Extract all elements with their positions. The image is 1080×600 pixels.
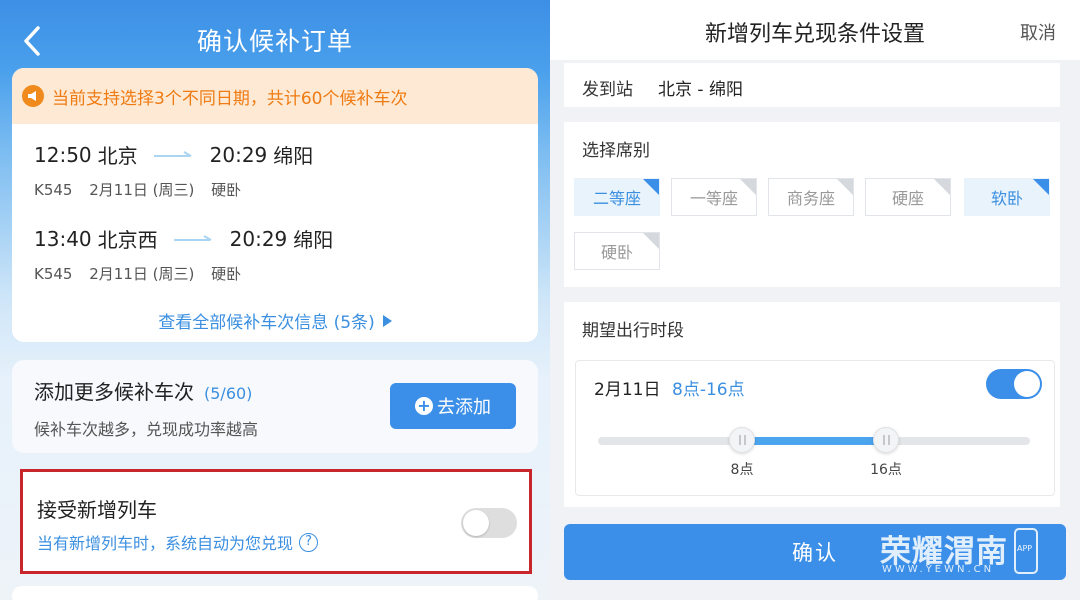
view-all-link[interactable]: 查看全部候补车次信息 (5条) [12,308,538,333]
notice-banner: 当前支持选择3个不同日期，共计60个候补车次 [12,68,538,124]
notice-text: 当前支持选择3个不同日期，共计60个候补车次 [52,88,408,109]
seat-option-hard-seat[interactable]: 硬座 [865,178,951,216]
seat-type: 硬卧 [211,181,242,199]
accept-new-train-card: 接受新增列车 当有新增列车时，系统自动为您兑现 ? [20,469,532,574]
seat-option-label: 一等座 [689,189,738,208]
arrival-station: 绵阳 [273,144,314,168]
help-icon[interactable]: ? [299,532,319,552]
seat-option-label: 硬卧 [600,243,633,262]
seat-type: 硬卧 [211,265,242,283]
accept-new-train-desc: 当有新增列车时，系统自动为您兑现 [37,534,294,553]
time-range-value: 8点-16点 [672,380,745,400]
slider-start-handle[interactable] [729,427,755,453]
station-row: 发到站 北京 - 绵阳 [564,63,1060,107]
train-number: K545 [34,181,73,199]
slider-end-label: 16点 [870,462,902,478]
cancel-button[interactable]: 取消 [1020,19,1056,45]
add-train-button[interactable]: + 去添加 [390,383,516,429]
selected-corner-icon [1033,179,1049,195]
seat-option-second-class[interactable]: 二等座 [574,178,660,216]
add-more-card: 添加更多候补车次 (5/60) 候补车次越多，兑现成功率越高 + 去添加 [12,360,538,453]
departure-station: 北京 [97,144,138,168]
phone-app-icon: APP [1014,528,1038,574]
watermark-logo: 荣耀渭南 WWW.YEWN.CN APP [880,522,1050,582]
station-value: 北京 - 绵阳 [658,80,743,100]
arrival-station: 绵阳 [293,228,334,252]
corner-icon [740,179,756,195]
add-more-title: 添加更多候补车次 [34,380,194,404]
add-more-subtitle: 候补车次越多，兑现成功率越高 [34,420,259,439]
train-number: K545 [34,265,73,283]
slider-start-label: 8点 [730,462,754,478]
train-item: 12:50 北京 20:29 绵阳 K545 2月11日 (周三) 硬卧 [34,140,313,200]
seat-option-first-class[interactable]: 一等座 [671,178,757,216]
view-all-label: 查看全部候补车次信息 (5条) [158,313,375,333]
corner-icon [643,233,659,249]
time-range-toggle[interactable] [986,369,1042,399]
arrival-time: 20:29 [229,226,288,251]
travel-time-section: 期望出行时段 2月11日 8点-16点 8点 16点 [564,302,1060,507]
next-card-peek [12,586,538,600]
page-title: 确认候补订单 [196,27,353,56]
time-range-box: 2月11日 8点-16点 8点 16点 [575,360,1055,496]
trip-card: 当前支持选择3个不同日期，共计60个候补车次 12:50 北京 20:29 绵阳… [12,68,538,342]
station-label: 发到站 [582,80,633,100]
sheet-title: 新增列车兑现条件设置 [704,22,925,47]
train-date: 2月11日 (周三) [89,265,195,283]
time-slider-fill [742,437,886,445]
add-more-count: (5/60) [204,384,253,403]
watermark-badge: APP [1017,544,1033,553]
order-confirm-panel: 确认候补订单 当前支持选择3个不同日期，共计60个候补车次 12:50 北京 2… [0,0,550,600]
seat-class-label: 选择席别 [582,141,650,161]
seat-option-business[interactable]: 商务座 [768,178,854,216]
departure-time: 13:40 [34,226,92,251]
departure-time: 12:50 [34,142,92,167]
seat-option-label: 软卧 [990,189,1023,208]
slider-end-handle[interactable] [873,427,899,453]
selected-corner-icon [643,179,659,195]
accept-new-train-toggle[interactable] [461,508,517,538]
new-train-settings-sheet: 新增列车兑现条件设置 取消 发到站 北京 - 绵阳 选择席别 二等座 一等座 商… [550,0,1080,600]
seat-option-hard-sleeper[interactable]: 硬卧 [574,232,660,270]
seat-option-label: 硬座 [891,189,924,208]
corner-icon [837,179,853,195]
time-date: 2月11日 [594,380,661,400]
seat-option-soft-sleeper[interactable]: 软卧 [964,178,1050,216]
time-slider-track[interactable] [598,427,1030,453]
seat-option-label: 商务座 [786,189,835,208]
add-train-button-label: 去添加 [437,397,491,418]
route-arrow-icon [173,234,212,241]
plus-circle-icon: + [415,397,433,415]
toggle-knob [1014,371,1040,397]
megaphone-icon [22,85,44,107]
sheet-header: 新增列车兑现条件设置 取消 [550,0,1080,60]
accept-new-train-subtitle: 当有新增列车时，系统自动为您兑现 ? [37,530,319,554]
route-arrow-icon [153,150,192,157]
arrival-time: 20:29 [209,142,268,167]
watermark-url: WWW.YEWN.CN [882,564,995,575]
corner-icon [934,179,950,195]
seat-option-label: 二等座 [592,189,641,208]
travel-time-label: 期望出行时段 [582,321,684,341]
train-date: 2月11日 (周三) [89,181,195,199]
seat-class-section: 选择席别 二等座 一等座 商务座 硬座 软卧 硬卧 [564,122,1060,287]
add-more-heading: 添加更多候补车次 (5/60) [34,376,252,405]
departure-station: 北京西 [97,228,158,252]
train-item: 13:40 北京西 20:29 绵阳 K545 2月11日 (周三) 硬卧 [34,224,333,284]
play-arrow-icon [382,315,392,327]
toggle-knob [463,510,489,536]
accept-new-train-title: 接受新增列车 [37,498,157,522]
